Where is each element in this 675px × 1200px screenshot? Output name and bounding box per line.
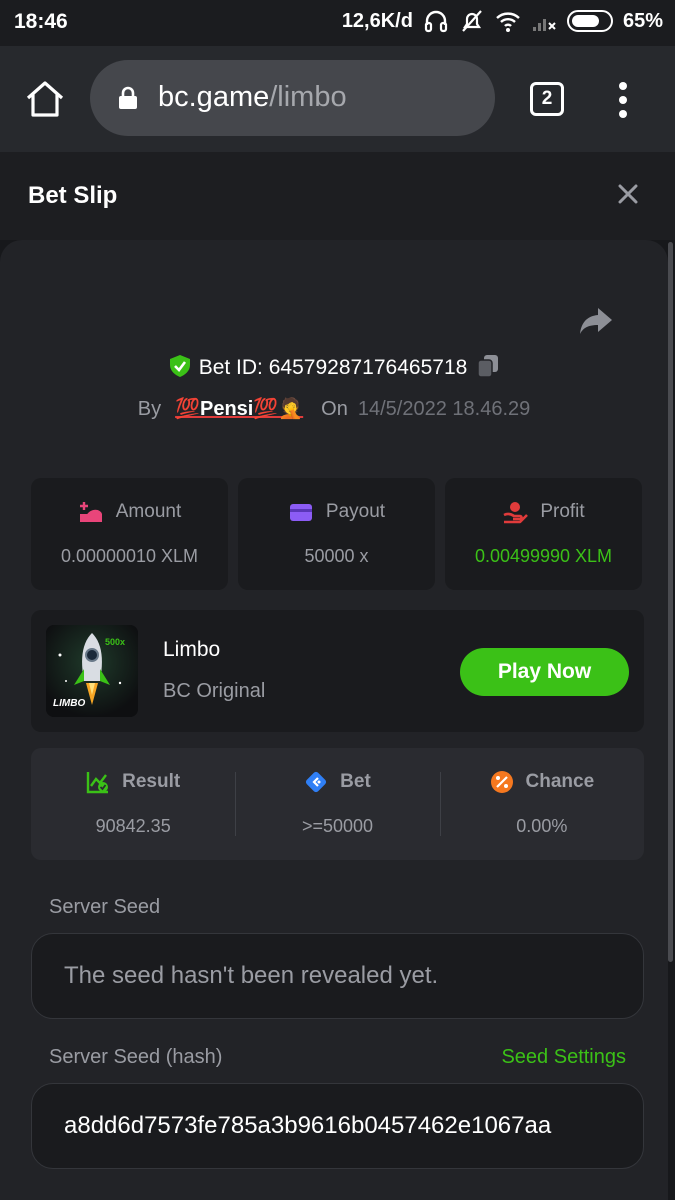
chance-label: Chance (525, 771, 595, 792)
copy-icon[interactable] (477, 354, 499, 378)
payout-label: Payout (325, 501, 386, 522)
percent-icon (490, 771, 513, 793)
thumb-badge: 500x (105, 637, 126, 647)
bet-id-row: Bet ID: 64579287176465718 (0, 354, 668, 380)
bet-id-value: 64579287176465718 (268, 356, 468, 379)
amount-icon (79, 502, 102, 522)
profit-label: Profit (540, 501, 585, 522)
status-time: 18:46 (14, 10, 68, 33)
wallet-icon (289, 504, 312, 521)
server-hash-label: Server Seed (hash) (49, 1046, 223, 1068)
result-value: 90842.35 (95, 816, 171, 836)
server-seed-label: Server Seed (49, 896, 161, 918)
profit-card: Profit 0.00499990 XLM (445, 478, 642, 590)
thumb-title: LIMBO (53, 698, 86, 709)
game-card: 500x LIMBO Limbo BC Original Play Now (31, 610, 644, 732)
profit-value: 0.00499990 XLM (474, 546, 613, 566)
server-seed-field[interactable]: The seed hasn't been revealed yet. (31, 933, 644, 1019)
kebab-menu-icon[interactable] (611, 80, 635, 120)
share-icon[interactable] (578, 306, 614, 336)
user-link[interactable]: 💯Pensi💯🤦 (175, 398, 303, 420)
url-host: bc.game (158, 81, 270, 113)
by-label: By (137, 398, 162, 420)
scrollbar[interactable] (668, 242, 673, 962)
status-icons: 12,6K/d 65% (342, 9, 663, 33)
wifi-icon (496, 12, 520, 32)
bet-diamond-icon (306, 771, 327, 793)
verified-shield-icon (169, 355, 190, 377)
url-path: /limbo (269, 81, 347, 113)
close-icon[interactable] (612, 178, 644, 210)
tab-switcher-button[interactable]: 2 (530, 82, 564, 116)
amount-value: 0.00000010 XLM (60, 546, 199, 566)
play-now-button[interactable]: Play Now (460, 648, 629, 696)
home-icon[interactable] (24, 78, 66, 120)
bet-col: Bet >=50000 (235, 748, 439, 860)
payout-card: Payout 50000 x (238, 478, 435, 590)
limbo-thumbnail[interactable]: 500x LIMBO (46, 625, 138, 717)
chance-value: 0.00% (516, 816, 568, 836)
seed-settings-link[interactable]: Seed Settings (501, 1046, 626, 1069)
sheet-header: Bet Slip (0, 152, 675, 240)
result-label: Result (122, 771, 181, 792)
amount-card: Amount 0.00000010 XLM (31, 478, 228, 590)
lock-icon (119, 86, 137, 109)
sheet-title: Bet Slip (28, 182, 118, 209)
chart-check-icon (86, 772, 109, 794)
chance-col: Chance 0.00% (439, 748, 644, 860)
bet-id-label: Bet ID: (198, 356, 263, 379)
server-hash-field[interactable]: a8dd6d7573fe785a3b9616b0457462e1067aa (31, 1083, 644, 1169)
result-card: Result 90842.35 Bet >=50000 Chance 0.00% (31, 748, 644, 860)
amount-label: Amount (115, 501, 182, 522)
stat-cards: Amount 0.00000010 XLM Payout 50000 x Pro… (31, 478, 642, 590)
battery-percent: 65% (622, 9, 663, 32)
payout-value: 50000 x (304, 546, 369, 566)
bet-label: Bet (340, 771, 371, 792)
on-label: On (321, 398, 348, 420)
signal-off-icon (532, 19, 556, 31)
profit-hand-icon (503, 502, 529, 524)
network-speed: 12,6K/d (341, 9, 413, 32)
muted-bell-icon (462, 10, 482, 32)
bet-meta-row: By 💯Pensi💯🤦 On 14/5/2022 18.46.29 (0, 396, 668, 421)
battery-icon (566, 10, 613, 32)
headphones-icon (424, 10, 448, 33)
address-bar[interactable]: bc.game/limbo (90, 60, 495, 136)
bet-date: 14/5/2022 18.46.29 (357, 398, 531, 420)
game-name: Limbo (163, 638, 221, 661)
result-col: Result 90842.35 (31, 748, 235, 860)
url-text[interactable]: bc.game/limbo (158, 81, 347, 114)
bet-value: >=50000 (301, 816, 374, 836)
browser-toolbar: bc.game/limbo 2 (0, 46, 675, 152)
status-bar: 18:46 12,6K/d 65% (0, 0, 675, 46)
game-subtitle: BC Original (163, 680, 266, 702)
bet-slip-panel: Bet ID: 64579287176465718 By 💯Pensi💯🤦 On 14… (0, 240, 668, 1200)
